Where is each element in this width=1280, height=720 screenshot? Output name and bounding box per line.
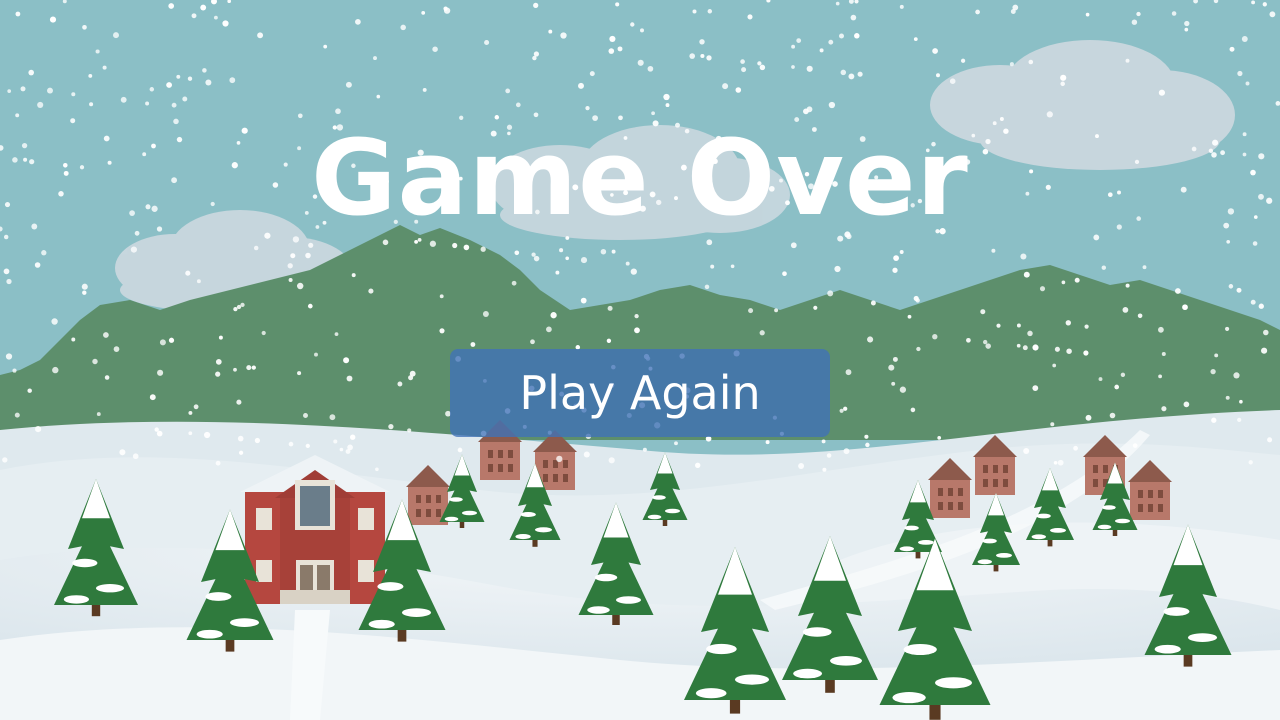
game-over-title: Game Over — [311, 117, 969, 239]
play-again-button[interactable]: Play Again — [450, 349, 830, 437]
